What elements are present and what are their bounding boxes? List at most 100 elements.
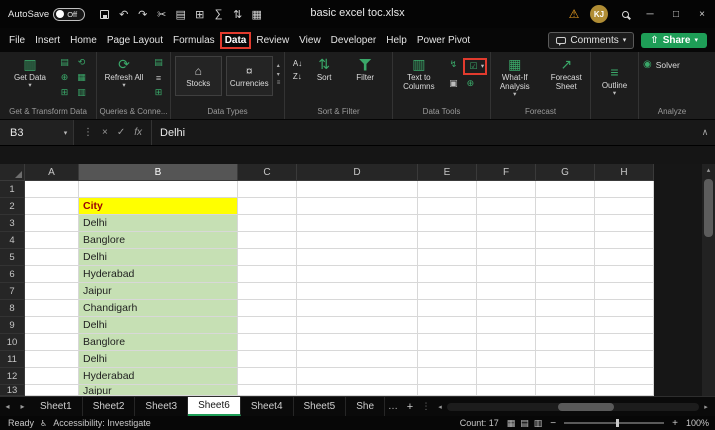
cell-F1[interactable]	[477, 181, 536, 198]
remove-duplicates-icon[interactable]: ▣	[446, 77, 461, 90]
row-header-9[interactable]: 9	[0, 317, 25, 334]
cell-E2[interactable]	[418, 198, 477, 215]
forecast-sheet-button[interactable]: ↗ Forecast Sheet	[543, 56, 591, 91]
cell-F10[interactable]	[477, 334, 536, 351]
accessibility-status[interactable]: Accessibility: Investigate	[53, 418, 151, 428]
cell-H12[interactable]	[595, 368, 654, 385]
column-header-B[interactable]: B	[79, 164, 238, 181]
cell-C7[interactable]	[238, 283, 297, 300]
autosave-control[interactable]: AutoSave Off	[8, 8, 85, 21]
cell-C2[interactable]	[238, 198, 297, 215]
ribbon-tab-file[interactable]: File	[4, 32, 30, 49]
horizontal-scroll-track[interactable]	[447, 403, 699, 411]
cell-A5[interactable]	[25, 249, 79, 266]
sort-button[interactable]: ⇅ Sort	[306, 56, 342, 82]
cell-C9[interactable]	[238, 317, 297, 334]
borders-button[interactable]: ▦	[247, 4, 266, 24]
currencies-tile[interactable]: ¤ Currencies	[226, 56, 273, 96]
sort-button-qat[interactable]: ⇅	[228, 4, 247, 24]
existing-connections-icon[interactable]: ▦	[74, 71, 89, 84]
sort-z-to-a-icon[interactable]: Z↓	[293, 71, 302, 82]
row-header-13[interactable]: 13	[0, 385, 25, 396]
cell-D4[interactable]	[297, 232, 418, 249]
gallery-up-icon[interactable]: ▴	[277, 62, 281, 69]
cell-E12[interactable]	[418, 368, 477, 385]
name-box-chevron-icon[interactable]: ▾	[58, 120, 74, 145]
close-button[interactable]: ×	[689, 0, 715, 28]
cell-E1[interactable]	[418, 181, 477, 198]
zoom-out-button[interactable]: −	[550, 418, 556, 429]
cell-E4[interactable]	[418, 232, 477, 249]
cell-E8[interactable]	[418, 300, 477, 317]
cell-A7[interactable]	[25, 283, 79, 300]
row-header-11[interactable]: 11	[0, 351, 25, 368]
cell-E7[interactable]	[418, 283, 477, 300]
name-box[interactable]: B3	[0, 120, 58, 145]
expand-formula-bar-icon[interactable]: ∧	[695, 127, 715, 138]
sheet-tab-sheet1[interactable]: Sheet1	[30, 397, 83, 416]
cell-C13[interactable]	[238, 385, 297, 396]
cell-D6[interactable]	[297, 266, 418, 283]
cell-G6[interactable]	[536, 266, 595, 283]
gallery-down-icon[interactable]: ▾	[277, 71, 281, 78]
from-web-icon[interactable]: ⊕	[57, 71, 72, 84]
table-button[interactable]: ⊞	[190, 4, 209, 24]
row-header-4[interactable]: 4	[0, 232, 25, 249]
new-sheet-button[interactable]: +	[401, 401, 419, 413]
row-header-6[interactable]: 6	[0, 266, 25, 283]
ribbon-tab-page-layout[interactable]: Page Layout	[102, 32, 168, 49]
sheet-nav-right-icon[interactable]: ▸	[15, 402, 30, 411]
cell-G7[interactable]	[536, 283, 595, 300]
cell-H6[interactable]	[595, 266, 654, 283]
cell-G8[interactable]	[536, 300, 595, 317]
cell-F5[interactable]	[477, 249, 536, 266]
vertical-scrollbar[interactable]: ▴	[702, 164, 715, 396]
minimize-button[interactable]: ─	[637, 0, 663, 28]
column-header-G[interactable]: G	[536, 164, 595, 181]
zoom-slider-thumb[interactable]	[616, 419, 619, 427]
horizontal-scroll-thumb[interactable]	[558, 403, 614, 411]
ribbon-tab-developer[interactable]: Developer	[326, 32, 382, 49]
scroll-left-icon[interactable]: ◂	[433, 403, 447, 411]
cell-D7[interactable]	[297, 283, 418, 300]
ribbon-tab-formulas[interactable]: Formulas	[168, 32, 220, 49]
get-data-button[interactable]: ▥ Get Data ▾	[7, 56, 53, 89]
cell-A10[interactable]	[25, 334, 79, 351]
cell-F11[interactable]	[477, 351, 536, 368]
row-header-5[interactable]: 5	[0, 249, 25, 266]
cancel-icon[interactable]: ×	[102, 127, 108, 138]
cell-B4[interactable]: Banglore	[79, 232, 238, 249]
ribbon-tab-help[interactable]: Help	[381, 32, 412, 49]
column-header-D[interactable]: D	[297, 164, 418, 181]
page-break-view-icon[interactable]: ▥	[534, 418, 543, 429]
cell-C5[interactable]	[238, 249, 297, 266]
cell-B3[interactable]: Delhi	[79, 215, 238, 232]
insert-function-icon[interactable]: fx	[134, 127, 142, 138]
cell-G3[interactable]	[536, 215, 595, 232]
column-header-H[interactable]: H	[595, 164, 654, 181]
cell-G2[interactable]	[536, 198, 595, 215]
cell-A3[interactable]	[25, 215, 79, 232]
cell-D12[interactable]	[297, 368, 418, 385]
cell-D5[interactable]	[297, 249, 418, 266]
cell-H11[interactable]	[595, 351, 654, 368]
from-text-csv-icon[interactable]: ▤	[57, 56, 72, 69]
cell-F12[interactable]	[477, 368, 536, 385]
column-header-C[interactable]: C	[238, 164, 297, 181]
filter-button[interactable]: Filter	[346, 56, 384, 82]
cell-H7[interactable]	[595, 283, 654, 300]
from-table-range-icon[interactable]: ⊞	[57, 86, 72, 99]
select-all-button[interactable]	[0, 164, 25, 181]
normal-view-icon[interactable]: ▦	[507, 418, 516, 429]
zoom-slider[interactable]	[564, 422, 664, 424]
cell-D13[interactable]	[297, 385, 418, 396]
cell-B12[interactable]: Hyderabad	[79, 368, 238, 385]
cell-E6[interactable]	[418, 266, 477, 283]
cell-C8[interactable]	[238, 300, 297, 317]
cell-B7[interactable]: Jaipur	[79, 283, 238, 300]
ribbon-tab-data[interactable]: Data	[220, 32, 252, 49]
ribbon-tab-insert[interactable]: Insert	[30, 32, 65, 49]
cell-B8[interactable]: Chandigarh	[79, 300, 238, 317]
autosave-toggle[interactable]: Off	[53, 8, 85, 21]
scroll-up-icon[interactable]: ▴	[707, 164, 711, 177]
